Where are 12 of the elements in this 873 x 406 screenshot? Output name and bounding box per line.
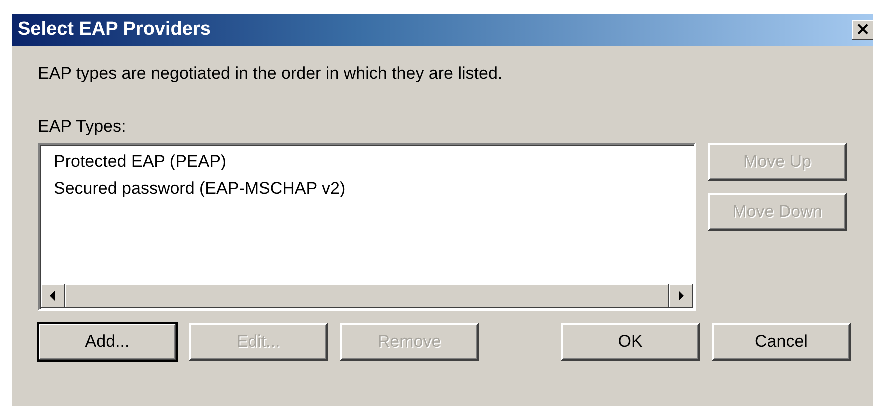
eap-types-list[interactable]: Protected EAP (PEAP) Secured password (EAP-MSCHAP v2) <box>38 143 696 311</box>
ok-button[interactable]: OK <box>561 323 700 361</box>
list-item[interactable]: Protected EAP (PEAP) <box>52 148 229 175</box>
list-label: EAP Types: <box>38 117 128 137</box>
list-item[interactable]: Secured password (EAP-MSCHAP v2) <box>52 175 348 202</box>
scroll-right-icon[interactable] <box>669 284 693 308</box>
scroll-left-icon[interactable] <box>41 284 65 308</box>
description-text: EAP types are negotiated in the order in which they are listed. <box>38 64 504 84</box>
window-title: Select EAP Providers <box>18 19 211 41</box>
cancel-button[interactable]: Cancel <box>712 323 851 361</box>
close-button[interactable]: × <box>852 20 873 40</box>
add-button[interactable]: Add... <box>38 323 177 361</box>
